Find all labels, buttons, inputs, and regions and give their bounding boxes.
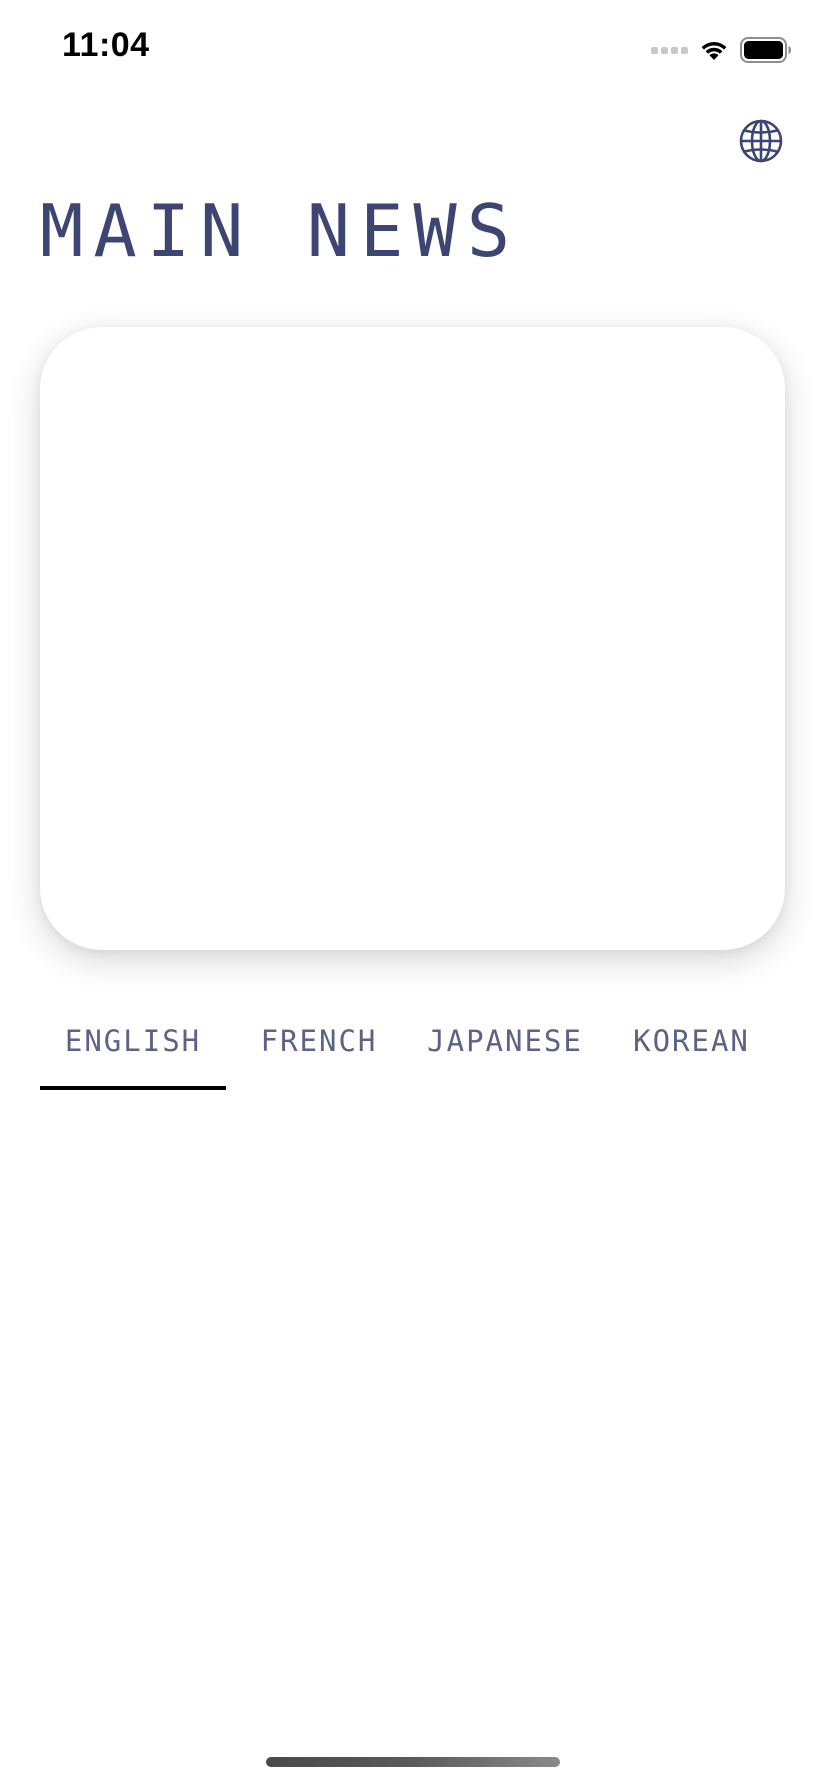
status-icons	[651, 36, 792, 64]
language-button[interactable]	[736, 116, 786, 166]
status-bar: 11:04	[0, 0, 828, 100]
tab-korean[interactable]: KOREAN	[598, 1010, 785, 1090]
battery-icon	[740, 37, 791, 63]
tab-japanese-label: JAPANESE	[427, 1024, 583, 1058]
tab-english[interactable]: ENGLISH	[40, 1010, 226, 1090]
tab-french[interactable]: FRENCH	[226, 1010, 412, 1090]
tab-korean-label: KOREAN	[633, 1024, 750, 1058]
selected-tab-indicator	[40, 1086, 226, 1090]
status-time: 11:04	[62, 26, 150, 64]
tab-japanese[interactable]: JAPANESE	[412, 1010, 598, 1090]
home-indicator[interactable]	[266, 1757, 560, 1767]
language-tabs: ENGLISH FRENCH JAPANESE KOREAN	[40, 1010, 785, 1090]
tab-french-label: FRENCH	[260, 1024, 378, 1058]
tab-english-label: ENGLISH	[64, 1024, 202, 1058]
globe-icon	[739, 119, 783, 163]
page-title: MAIN NEWS	[40, 189, 521, 273]
signal-icon	[651, 46, 688, 54]
news-card[interactable]	[40, 327, 785, 950]
wifi-icon	[701, 41, 727, 60]
